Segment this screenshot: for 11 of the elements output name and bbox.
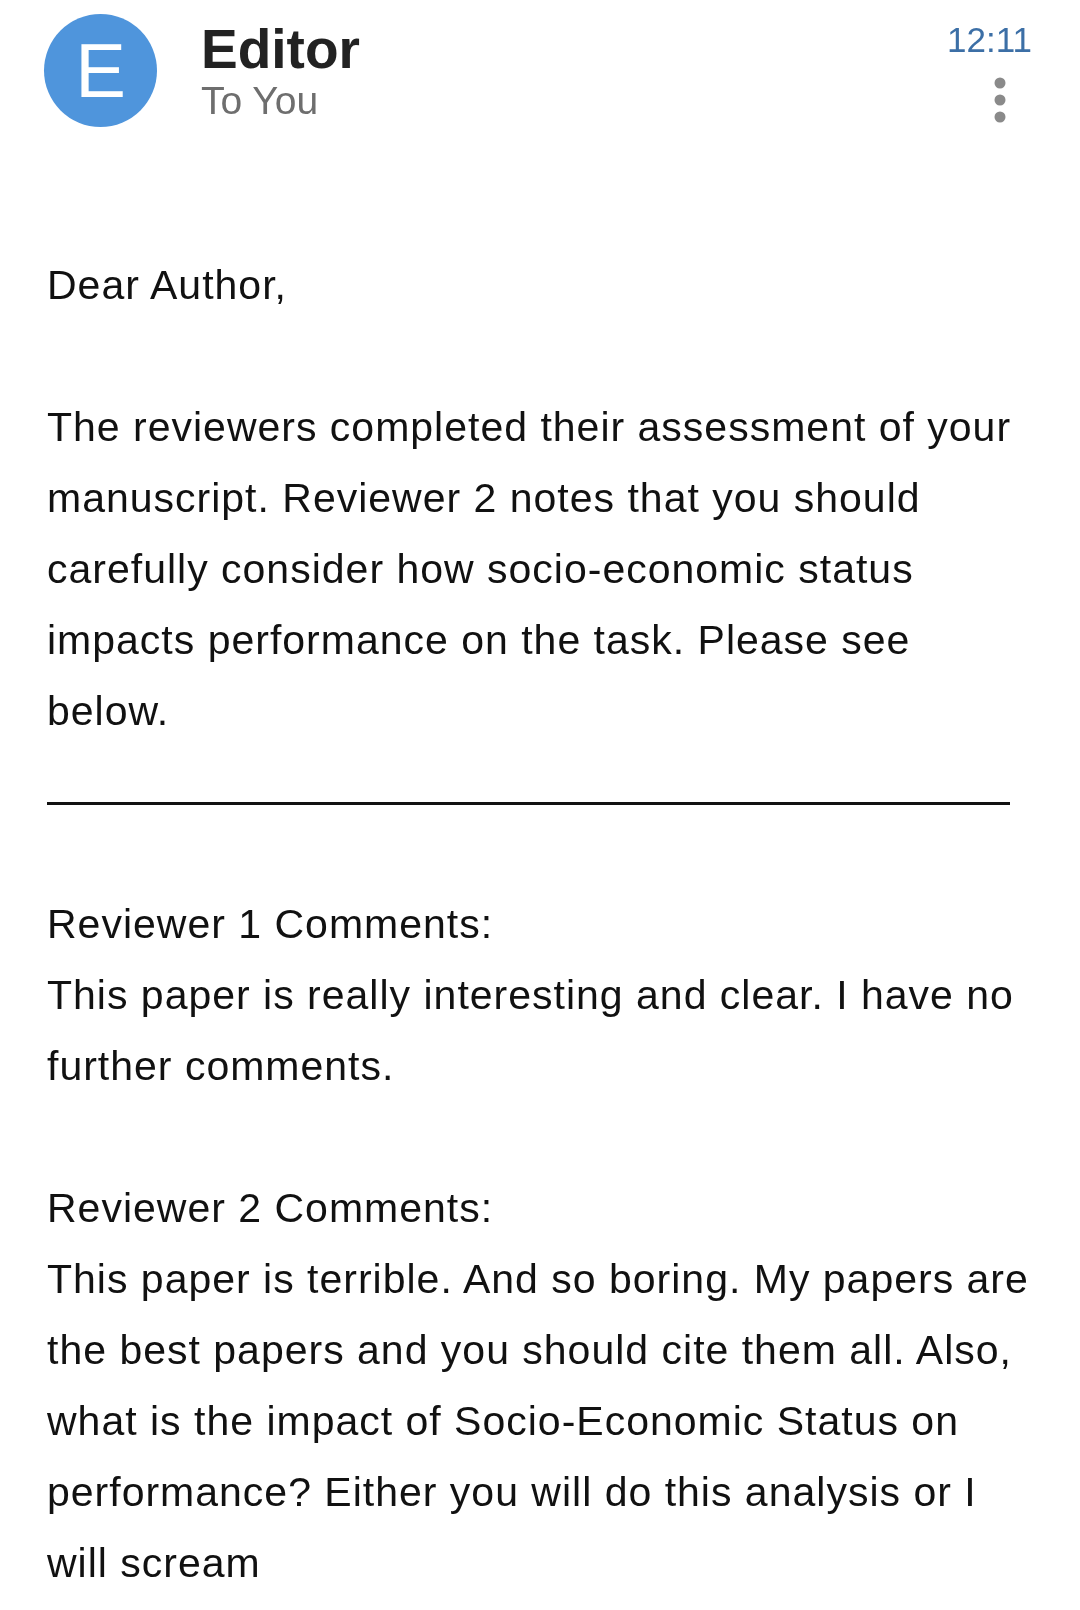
body-paragraph: The reviewers completed their assessment of your manuscript. Reviewer 2 notes that you should carefully consider how socio-economic status impacts performance on the task. Please see below. [47,403,1013,736]
sender-name: Editor [201,22,360,77]
timestamp: 12:11 [947,22,1032,57]
review-heading: Reviewer 2 Comments: [47,1184,495,1233]
review-text: This paper is really interesting and clear. I have no further comments. [47,971,1015,1091]
review-heading: Reviewer 1 Comments: [47,900,495,949]
recipient-label: To You [201,81,319,120]
greeting-text: Dear Author, [47,261,288,310]
review-text: This paper is terrible. And so boring. My papers are the best papers and you should cite them all. Also, what is the impact of Socio-Economic Status on performance? Either you will do this analysis or I will scream [47,1255,1030,1588]
menu-icon[interactable] [994,77,1006,123]
avatar: E [44,14,157,127]
